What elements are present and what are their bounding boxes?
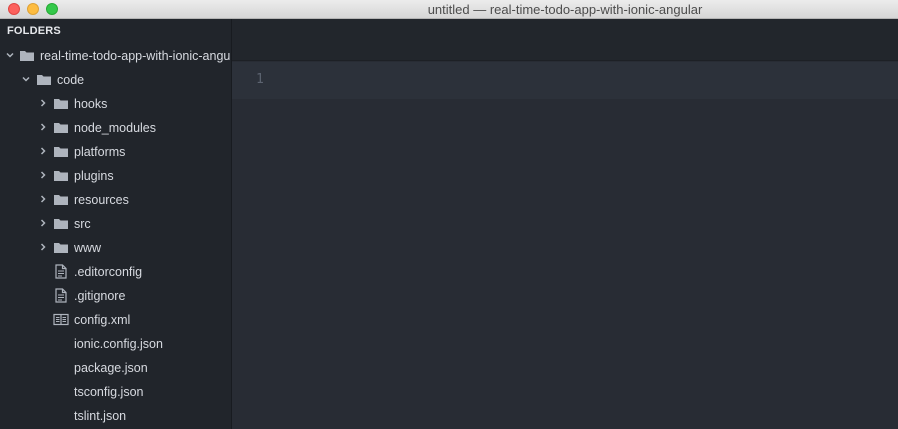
line-number: 1 (256, 72, 264, 87)
tree-item-resources[interactable]: resources (0, 188, 231, 212)
folder-icon (19, 49, 35, 62)
folder-icon (53, 121, 69, 134)
tree-item-tslint-json[interactable]: tslint.json (0, 404, 231, 428)
folder-icon (53, 217, 69, 230)
chevron-right-icon[interactable] (38, 170, 48, 180)
tree-item-label: resources (74, 193, 129, 207)
chevron-right-icon[interactable] (38, 122, 48, 132)
tree-item-plugins[interactable]: plugins (0, 164, 231, 188)
chevron-right-icon[interactable] (38, 242, 48, 252)
tree-item-gitignore[interactable]: .gitignore (0, 284, 231, 308)
folder-icon (36, 73, 52, 86)
markup-file-icon (53, 313, 69, 326)
tree-item-root-folder[interactable]: real-time-todo-app-with-ionic-angular (0, 44, 231, 68)
chevron-down-icon[interactable] (5, 50, 15, 60)
tree-item-www[interactable]: www (0, 236, 231, 260)
chevron-right-icon[interactable] (38, 194, 48, 204)
tree-item-package-json[interactable]: package.json (0, 356, 231, 380)
tree-item-label: .gitignore (74, 289, 126, 303)
tree-item-label: platforms (74, 145, 126, 159)
document-icon (53, 264, 69, 279)
tree-item-label: src (74, 217, 91, 231)
tree-item-src[interactable]: src (0, 212, 231, 236)
tree-item-tsconfig-json[interactable]: tsconfig.json (0, 380, 231, 404)
tree-item-label: .editorconfig (74, 265, 143, 279)
tree-item-label: code (57, 73, 85, 87)
tree-item-label: hooks (74, 97, 108, 111)
folders-header: FOLDERS (7, 25, 61, 37)
tab-bar[interactable] (232, 19, 898, 61)
folder-icon (53, 97, 69, 110)
folder-icon (53, 241, 69, 254)
sidebar: FOLDERS real-time-todo-app-with-ionic-an… (0, 19, 231, 429)
editor-window: untitled — real-time-todo-app-with-ionic… (0, 0, 898, 429)
tree-item-editorconfig[interactable]: .editorconfig (0, 260, 231, 284)
tree-item-label: node_modules (74, 121, 157, 135)
editor-pane[interactable]: 1 (232, 19, 898, 429)
tree-item-label: package.json (74, 361, 148, 375)
folder-icon (53, 145, 69, 158)
tree-item-platforms[interactable]: platforms (0, 140, 231, 164)
tree-item-label: plugins (74, 169, 114, 183)
minimize-window-button[interactable] (27, 3, 39, 15)
tree-item-config-xml[interactable]: config.xml (0, 308, 231, 332)
close-window-button[interactable] (8, 3, 20, 15)
active-line-highlight (232, 62, 898, 99)
tree-item-node-modules[interactable]: node_modules (0, 116, 231, 140)
chevron-right-icon[interactable] (38, 146, 48, 156)
tree-item-code[interactable]: code (0, 68, 231, 92)
tree-item-label: config.xml (74, 313, 131, 327)
chevron-right-icon[interactable] (38, 218, 48, 228)
window-title: untitled — real-time-todo-app-with-ionic… (427, 2, 703, 17)
chevron-down-icon[interactable] (21, 74, 31, 84)
tree-item-label: real-time-todo-app-with-ionic-angular (40, 49, 231, 63)
zoom-window-button[interactable] (46, 3, 58, 15)
tree-item-ionic-config-json[interactable]: ionic.config.json (0, 332, 231, 356)
tree-item-label: ionic.config.json (74, 337, 163, 351)
chevron-right-icon[interactable] (38, 98, 48, 108)
document-icon (53, 288, 69, 303)
folder-icon (53, 169, 69, 182)
tree-item-label: www (74, 241, 102, 255)
folder-icon (53, 193, 69, 206)
tree-item-label: tsconfig.json (74, 385, 144, 399)
tree-item-hooks[interactable]: hooks (0, 92, 231, 116)
title-bar[interactable]: untitled — real-time-todo-app-with-ionic… (0, 0, 898, 19)
tree-item-label: tslint.json (74, 409, 127, 423)
